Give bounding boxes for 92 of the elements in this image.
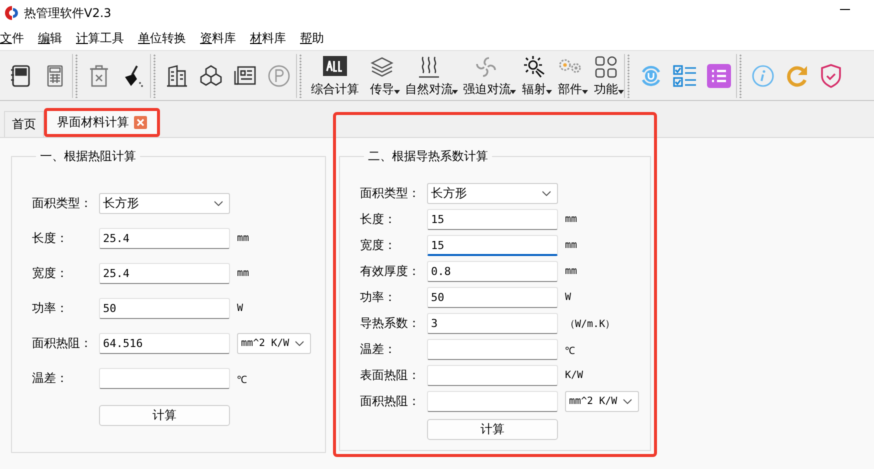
unit-dropdown[interactable]: mm^2 K/W: [565, 391, 639, 412]
tab[interactable]: 界面材料计算: [44, 108, 160, 137]
chevron-icon: [623, 399, 632, 404]
input-field[interactable]: 50: [99, 298, 230, 319]
field-label: 表面热阻：: [360, 367, 421, 384]
input-field[interactable]: [99, 368, 230, 389]
field-label: 宽度：: [32, 265, 69, 282]
tab[interactable]: 首页: [4, 111, 44, 137]
caret-icon: [452, 90, 458, 94]
group-title: 二、根据导热系数计算: [367, 148, 489, 165]
unit-label: mm: [565, 214, 578, 225]
toolbar-label: 传导: [370, 80, 394, 98]
unit-label: mm: [237, 268, 250, 279]
building-icon: [164, 62, 190, 88]
toolbar-label: 辐射: [522, 80, 546, 98]
field-label: 长度：: [32, 230, 69, 247]
close-icon[interactable]: [134, 116, 147, 129]
p-circle-icon: [266, 62, 292, 88]
shield-icon: [818, 62, 844, 88]
toolbar-button[interactable]: 辐射: [516, 54, 552, 98]
field-label: 长度：: [360, 211, 397, 228]
input-field[interactable]: [427, 339, 558, 360]
input-field[interactable]: [427, 365, 558, 386]
menu-item[interactable]: 计算工具: [76, 30, 124, 46]
field-label: 面积热阻：: [32, 335, 93, 352]
unit-label: ℃: [237, 374, 247, 386]
field-label: 功率：: [32, 300, 69, 317]
input-field[interactable]: 64.516: [99, 333, 230, 354]
toolbar-label: 部件: [558, 80, 582, 98]
chevron-icon: [542, 191, 551, 196]
menu-item[interactable]: 材料库: [250, 30, 286, 46]
toolbar-button[interactable]: 强迫对流: [458, 54, 516, 98]
toolbar-button[interactable]: 部件: [552, 54, 588, 98]
dropdown[interactable]: 长方形: [99, 193, 230, 214]
unit-label: W: [237, 303, 244, 314]
menu-item[interactable]: 文件: [0, 30, 24, 46]
input-field[interactable]: [427, 391, 558, 412]
calculate-button[interactable]: 计算: [427, 419, 558, 440]
app-logo-icon: [4, 5, 18, 21]
field-label: 导热系数：: [360, 315, 421, 332]
unit-label: ℃: [565, 344, 575, 356]
menu-item[interactable]: 资料库: [200, 30, 236, 46]
field-label: 温差：: [360, 341, 397, 358]
field-label: 功率：: [360, 289, 397, 306]
field-label: 有效厚度：: [360, 263, 421, 280]
field-label: 温差：: [32, 370, 69, 387]
list-icon: [706, 62, 732, 88]
unit-label: mm: [565, 266, 578, 277]
unit-label: （W/m.K）: [565, 318, 616, 330]
caret-icon: [582, 90, 588, 94]
menu-item[interactable]: 编辑: [38, 30, 62, 46]
group-title: 一、根据热阻计算: [39, 148, 137, 165]
toolbar-label: 自然对流: [405, 80, 453, 98]
toolbar-button[interactable]: 自然对流: [400, 54, 458, 98]
caret-icon: [510, 90, 516, 94]
caret-icon: [394, 90, 400, 94]
grid-icon: [593, 54, 619, 80]
toolbar-label: 强迫对流: [463, 80, 511, 98]
unit-label: mm: [565, 240, 578, 251]
field-label: 面积热阻：: [360, 393, 421, 410]
checklist-icon: [672, 62, 698, 88]
unit-label: W: [565, 292, 572, 303]
field-label: 面积类型：: [360, 185, 421, 202]
dropdown[interactable]: 长方形: [427, 183, 558, 204]
toolbar-label: 综合计算: [311, 80, 359, 98]
menu-item[interactable]: 单位转换: [138, 30, 186, 46]
window-title: 热管理软件V2.3: [24, 4, 112, 22]
input-field[interactable]: 15: [427, 209, 558, 230]
field-label: 宽度：: [360, 237, 397, 254]
toolbar-label: 功能: [594, 80, 618, 98]
chevron-icon: [214, 201, 223, 206]
input-field[interactable]: 25.4: [99, 263, 230, 284]
toolbar-button[interactable]: 功能: [588, 54, 624, 98]
input-field[interactable]: 0.8: [427, 261, 558, 282]
unit-dropdown[interactable]: mm^2 K/W: [237, 333, 311, 354]
sun-icon: [521, 54, 547, 80]
info-icon: [750, 62, 776, 88]
unit-label: K/W: [565, 370, 584, 381]
toolbar-button[interactable]: 综合计算: [306, 54, 364, 98]
caret-icon: [546, 90, 552, 94]
toolbar-button[interactable]: 传导: [364, 54, 400, 98]
unit-label: mm: [237, 233, 250, 244]
caret-icon: [618, 90, 624, 94]
input-field[interactable]: 15: [427, 235, 558, 256]
input-field[interactable]: 3: [427, 313, 558, 334]
input-field[interactable]: 50: [427, 287, 558, 308]
input-field[interactable]: 25.4: [99, 228, 230, 249]
calculate-button[interactable]: 计算: [99, 405, 230, 426]
chevron-icon: [295, 341, 304, 346]
menu-item[interactable]: 帮助: [300, 30, 324, 46]
field-label: 面积类型：: [32, 195, 93, 212]
minimize-icon[interactable]: [840, 9, 850, 11]
